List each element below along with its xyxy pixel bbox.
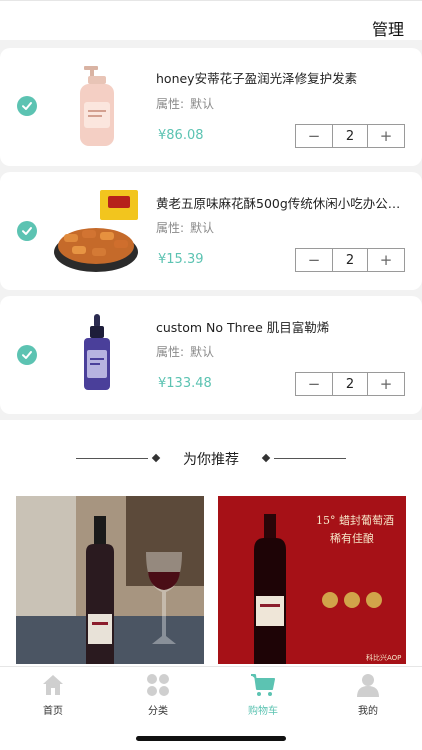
quantity-value[interactable]: 2 [332,373,368,395]
attribute-label: 属性: [156,345,185,359]
checkbox-checked-icon[interactable] [17,221,37,241]
divider-line [274,458,346,459]
tab-home[interactable]: 首页 [23,672,83,717]
product-image-conditioner[interactable] [52,62,142,152]
attribute-label: 属性: [156,221,185,235]
poster-subheadline: 稀有佳酿 [330,531,374,545]
recommend-product-image-wine-poster[interactable]: 15° 蜡封葡萄酒 稀有佳酿 科比兴AOP [218,496,406,664]
tab-label: 首页 [43,706,63,717]
attribute-value: 默认 [190,221,215,235]
quantity-stepper: − 2 + [295,372,405,396]
cart-icon [250,672,276,698]
tab-label: 分类 [148,706,168,717]
home-icon [40,672,66,698]
manage-button[interactable]: 管理 [372,16,404,40]
cart-item: honey安蒂花子盈润光泽修复护发素 属性: 默认 ¥86.08 − 2 + [0,48,422,166]
product-price: ¥15.39 [158,252,204,267]
category-icon [145,672,171,698]
product-title[interactable]: honey安蒂花子盈润光泽修复护发素 [156,68,408,87]
attribute-value: 默认 [190,97,215,111]
increase-button[interactable]: + [368,249,404,271]
poster-headline: 15° 蜡封葡萄酒 [316,513,394,527]
cart-item: custom No Three 肌目富勒烯 属性: 默认 ¥133.48 − 2 … [0,296,422,414]
home-indicator [136,736,286,741]
product-price: ¥86.08 [158,128,204,143]
profile-icon [355,672,381,698]
tab-profile[interactable]: 我的 [338,672,398,717]
quantity-stepper: − 2 + [295,124,405,148]
tab-label: 购物车 [248,706,278,717]
top-bar: 管理 [0,0,422,40]
increase-button[interactable]: + [368,373,404,395]
attribute-label: 属性: [156,97,185,111]
quantity-value[interactable]: 2 [332,125,368,147]
recommend-product-image-wine-bottle[interactable] [16,496,204,664]
checkbox-checked-icon[interactable] [17,345,37,365]
product-attribute: 属性: 默认 [156,219,214,236]
product-title[interactable]: custom No Three 肌目富勒烯 [156,317,408,336]
decrease-button[interactable]: − [296,249,332,271]
product-price: ¥133.48 [158,376,212,391]
tab-label: 我的 [358,706,378,717]
cart-item: 黄老五原味麻花酥500g传统休闲小吃办公室零食 属性: 默认 ¥15.39 − 2… [0,172,422,290]
attribute-value: 默认 [190,345,215,359]
quantity-stepper: − 2 + [295,248,405,272]
quantity-value[interactable]: 2 [332,249,368,271]
product-attribute: 属性: 默认 [156,95,214,112]
recommend-section: 为你推荐 15° 蜡封葡萄酒 稀有佳酿 科比兴AOP [0,420,422,670]
tab-category[interactable]: 分类 [128,672,188,717]
poster-footer: 科比兴AOP [366,653,401,662]
product-image-snack[interactable] [52,186,142,276]
recommend-title: 为你推荐 [183,452,239,468]
product-image-serum[interactable] [52,310,142,400]
product-title[interactable]: 黄老五原味麻花酥500g传统休闲小吃办公室零食 [156,193,408,212]
checkbox-checked-icon[interactable] [17,96,37,116]
increase-button[interactable]: + [368,125,404,147]
decrease-button[interactable]: − [296,125,332,147]
product-attribute: 属性: 默认 [156,343,214,360]
tab-cart[interactable]: 购物车 [233,672,293,717]
decrease-button[interactable]: − [296,373,332,395]
